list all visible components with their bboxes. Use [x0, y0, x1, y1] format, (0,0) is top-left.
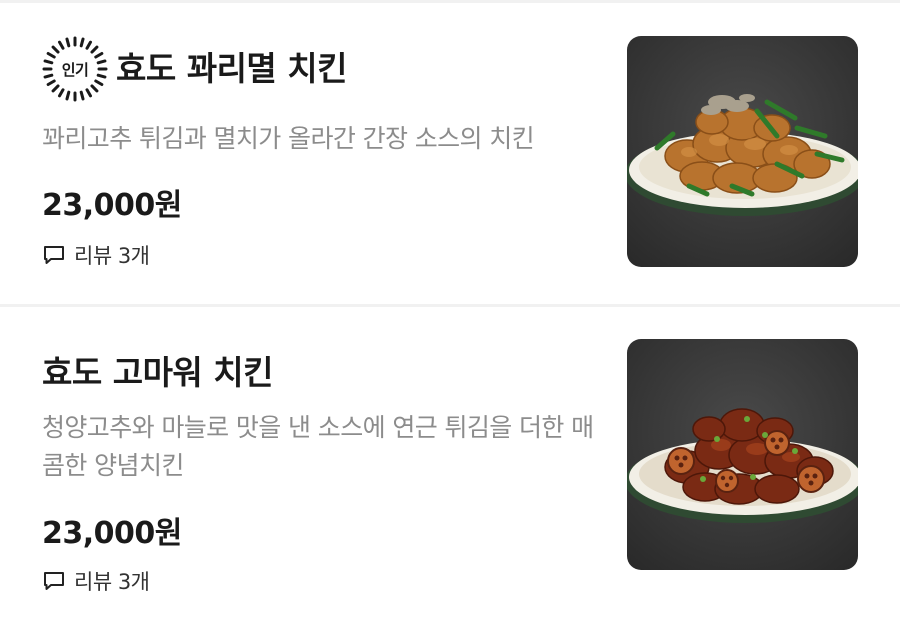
review-count: 리뷰 3개 [74, 244, 150, 268]
menu-title-row: 효도 고마워 치킨 [42, 345, 274, 401]
menu-description: 꽈리고추 튀김과 멸치가 올라간 간장 소스의 치킨 [42, 124, 535, 153]
menu-name: 효도 꽈리멸 치킨 [116, 49, 348, 88]
spicy-chicken-lotus-image [627, 339, 858, 570]
menu-price: 23,000원 [42, 516, 182, 551]
menu-image[interactable] [627, 339, 858, 570]
review-link[interactable]: 리뷰 3개 [42, 240, 150, 270]
menu-description: 청양고추와 마늘로 맛을 낸 소스에 연근 튀김을 더한 매콤한 양념치킨 [42, 413, 594, 480]
review-link[interactable]: 리뷰 3개 [42, 566, 150, 596]
menu-image[interactable] [627, 36, 858, 267]
menu-price: 23,000원 [42, 188, 182, 223]
menu-title-row: 인기 효도 꽈리멸 치킨 [42, 36, 348, 102]
popular-badge: 인기 [42, 36, 108, 102]
speech-bubble-icon [44, 246, 64, 264]
menu-item-1[interactable]: 인기 효도 꽈리멸 치킨 꽈리고추 튀김과 멸치가 올라간 간장 소스의 치킨 … [0, 0, 900, 304]
fried-chicken-peppers-image [627, 36, 858, 267]
menu-item-2[interactable]: 효도 고마워 치킨 청양고추와 마늘로 맛을 낸 소스에 연근 튀김을 더한 매… [0, 307, 900, 626]
review-count: 리뷰 3개 [74, 570, 150, 594]
menu-name: 효도 고마워 치킨 [42, 353, 274, 392]
popular-badge-label: 인기 [61, 60, 89, 79]
speech-bubble-icon [44, 572, 64, 590]
